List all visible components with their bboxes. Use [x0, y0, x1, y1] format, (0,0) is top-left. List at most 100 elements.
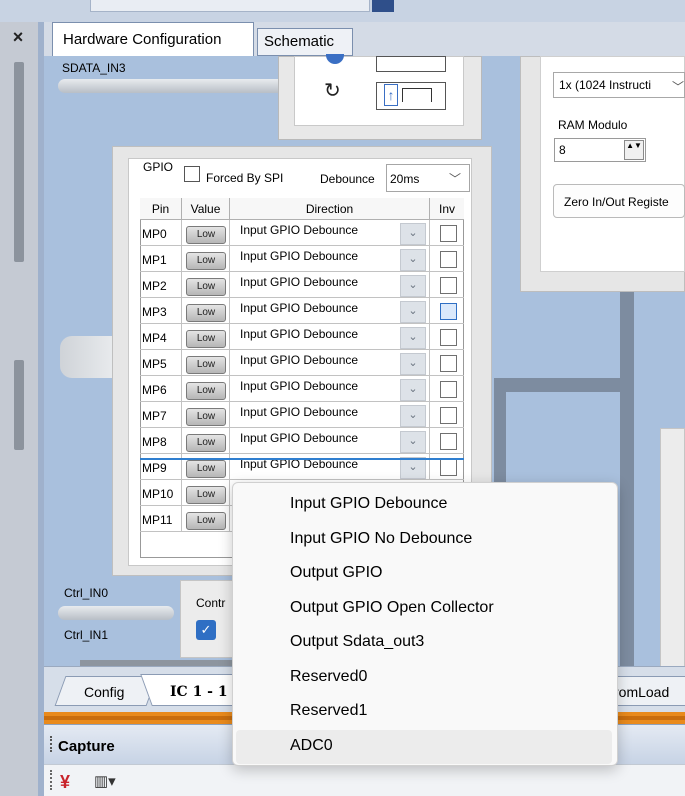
menu-item-output-sdata-out3[interactable]: Output Sdata_out3 — [236, 626, 612, 660]
sdata-in3-connector[interactable] — [58, 79, 288, 93]
inv-checkbox[interactable] — [440, 277, 457, 294]
value-toggle-button[interactable]: Low — [186, 460, 226, 478]
direction-value: Input GPIO Debounce — [240, 327, 359, 341]
ram-modulo-spinner[interactable]: ▲▼ — [624, 140, 644, 160]
top-scrollbar[interactable] — [90, 0, 370, 12]
chevron-down-icon[interactable]: ⌄ — [400, 301, 426, 323]
gpio-row[interactable]: MP7 Low Input GPIO Debounce ⌄ — [140, 402, 464, 428]
left-panel-scrollbar-lower[interactable] — [14, 360, 24, 450]
chevron-down-icon[interactable]: ﹀ — [672, 78, 684, 95]
value-cell: Low — [182, 220, 230, 245]
chevron-down-icon[interactable]: ⌄ — [400, 327, 426, 349]
direction-cell[interactable]: Input GPIO Debounce ⌄ — [230, 402, 430, 427]
chevron-down-icon[interactable]: ⌄ — [400, 457, 426, 479]
inv-checkbox[interactable] — [440, 329, 457, 346]
value-cell: Low — [182, 480, 230, 505]
direction-cell[interactable]: Input GPIO Debounce ⌄ — [230, 220, 430, 245]
tab-hardware-configuration[interactable]: Hardware Configuration — [52, 22, 254, 56]
chevron-down-icon[interactable]: ⌄ — [400, 223, 426, 245]
chevron-down-icon[interactable]: ⌄ — [400, 275, 426, 297]
ctrl-in0-connector[interactable] — [58, 606, 174, 620]
value-cell: Low — [182, 402, 230, 427]
inv-cell — [430, 272, 464, 297]
program-length-select[interactable]: 1x (1024 Instructi — [553, 72, 685, 98]
direction-cell[interactable]: Input GPIO Debounce ⌄ — [230, 246, 430, 271]
forced-by-spi-checkbox[interactable] — [184, 166, 200, 182]
tab-ic1-label: IC 1 - 1 — [170, 684, 228, 700]
value-toggle-button[interactable]: Low — [186, 330, 226, 348]
chevron-down-icon[interactable]: ⌄ — [400, 431, 426, 453]
zero-in-out-registers-button[interactable]: Zero In/Out Registe — [553, 184, 685, 218]
value-toggle-button[interactable]: Low — [186, 486, 226, 504]
gpio-row[interactable]: MP6 Low Input GPIO Debounce ⌄ — [140, 376, 464, 402]
edge-select-box-top[interactable] — [376, 56, 446, 72]
up-arrow-icon: ↑ — [384, 84, 398, 106]
inv-checkbox[interactable] — [440, 303, 457, 320]
menu-item-output-gpio[interactable]: Output GPIO — [236, 557, 612, 591]
inv-checkbox[interactable] — [440, 459, 457, 476]
menu-item-reserved1[interactable]: Reserved1 — [236, 695, 612, 729]
direction-cell[interactable]: Input GPIO Debounce ⌄ — [230, 298, 430, 323]
rotate-icon[interactable]: ↻ — [324, 78, 341, 103]
pin-cell: MP2 — [140, 272, 182, 297]
value-toggle-button[interactable]: Low — [186, 408, 226, 426]
menu-item-input-gpio-no-debounce[interactable]: Input GPIO No Debounce — [236, 523, 612, 557]
tab-schematic[interactable]: Schematic — [257, 28, 353, 56]
menu-item-input-gpio-debounce[interactable]: Input GPIO Debounce — [236, 488, 612, 522]
close-icon[interactable]: × — [6, 26, 30, 48]
inv-checkbox[interactable] — [440, 251, 457, 268]
tab-config-label: Config — [84, 684, 125, 700]
menu-item-adc0[interactable]: ADC0 — [236, 730, 612, 764]
value-toggle-button[interactable]: Low — [186, 304, 226, 322]
chevron-down-icon[interactable]: ⌄ — [400, 249, 426, 271]
chevron-down-icon[interactable]: ⌄ — [400, 379, 426, 401]
top-scroll-button[interactable] — [372, 0, 394, 12]
direction-cell[interactable]: Input GPIO Debounce ⌄ — [230, 350, 430, 375]
inv-checkbox[interactable] — [440, 433, 457, 450]
inv-checkbox[interactable] — [440, 225, 457, 242]
pin-cell: MP1 — [140, 246, 182, 271]
capture-title: Capture — [58, 738, 115, 755]
inv-checkbox[interactable] — [440, 407, 457, 424]
direction-cell[interactable]: Input GPIO Debounce ⌄ — [230, 272, 430, 297]
chevron-down-icon[interactable]: ⌄ — [400, 353, 426, 375]
direction-cell[interactable]: Input GPIO Debounce ⌄ — [230, 324, 430, 349]
gpio-row[interactable]: MP0 Low Input GPIO Debounce ⌄ — [140, 220, 464, 246]
pin-cell: MP7 — [140, 402, 182, 427]
gpio-row[interactable]: MP8 Low Input GPIO Debounce ⌄ — [140, 428, 464, 454]
inv-checkbox[interactable] — [440, 355, 457, 372]
direction-cell[interactable]: Input GPIO Debounce ⌄ — [230, 428, 430, 453]
gpio-row[interactable]: MP1 Low Input GPIO Debounce ⌄ — [140, 246, 464, 272]
chevron-down-icon[interactable]: ⌄ — [400, 405, 426, 427]
value-toggle-button[interactable]: Low — [186, 356, 226, 374]
menu-item-reserved0[interactable]: Reserved0 — [236, 661, 612, 695]
menu-item-output-gpio-open-collector[interactable]: Output GPIO Open Collector — [236, 592, 612, 626]
inv-cell — [430, 220, 464, 245]
clear-capture-icon[interactable]: ¥ — [60, 772, 70, 793]
direction-cell[interactable]: Input GPIO Debounce ⌄ — [230, 376, 430, 401]
chevron-down-icon[interactable]: ﹀ — [449, 170, 461, 187]
header-direction: Direction — [230, 198, 430, 220]
inv-cell — [430, 428, 464, 453]
value-toggle-button[interactable]: Low — [186, 434, 226, 452]
direction-value: Input GPIO Debounce — [240, 431, 359, 445]
toolbar-grip-icon[interactable] — [50, 770, 53, 790]
pin-cell: MP0 — [140, 220, 182, 245]
inv-checkbox[interactable] — [440, 381, 457, 398]
value-toggle-button[interactable]: Low — [186, 278, 226, 296]
direction-value: Input GPIO Debounce — [240, 275, 359, 289]
value-toggle-button[interactable]: Low — [186, 226, 226, 244]
gpio-row[interactable]: MP3 Low Input GPIO Debounce ⌄ — [140, 298, 464, 324]
control-checkbox[interactable]: ✓ — [196, 620, 216, 640]
grip-icon[interactable] — [50, 736, 54, 752]
gpio-row[interactable]: MP2 Low Input GPIO Debounce ⌄ — [140, 272, 464, 298]
value-cell: Low — [182, 246, 230, 271]
value-toggle-button[interactable]: Low — [186, 382, 226, 400]
pin-cell: MP3 — [140, 298, 182, 323]
value-toggle-button[interactable]: Low — [186, 252, 226, 270]
columns-icon[interactable]: ▥▾ — [94, 772, 116, 790]
left-panel-scrollbar[interactable] — [14, 62, 24, 262]
gpio-row[interactable]: MP5 Low Input GPIO Debounce ⌄ — [140, 350, 464, 376]
gpio-row[interactable]: MP4 Low Input GPIO Debounce ⌄ — [140, 324, 464, 350]
value-toggle-button[interactable]: Low — [186, 512, 226, 530]
